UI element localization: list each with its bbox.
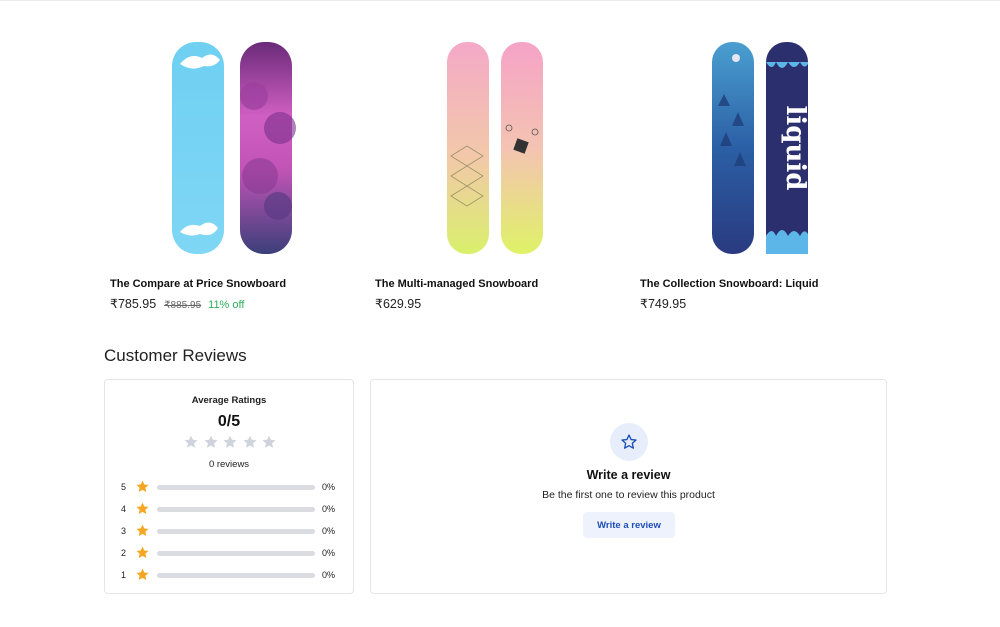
product-card[interactable]: liquid The Collection Snowboard: Liquid … xyxy=(640,36,880,316)
rating-percent: 0% xyxy=(322,504,336,514)
product-price: ₹749.95 xyxy=(640,297,687,311)
star-filled-icon xyxy=(136,568,149,580)
product-price-row: ₹629.95 xyxy=(375,296,421,311)
average-rating-stars xyxy=(183,434,277,450)
rating-bar-row: 1 0% xyxy=(121,564,346,586)
rating-percent: 0% xyxy=(322,570,336,580)
star-empty-icon xyxy=(243,435,256,448)
product-name[interactable]: The Compare at Price Snowboard xyxy=(110,278,286,290)
product-image[interactable] xyxy=(110,36,350,260)
rating-bar-row: 2 0% xyxy=(121,542,346,564)
rating-star-count: 2 xyxy=(121,548,127,558)
product-price-row: ₹749.95 xyxy=(640,296,686,311)
average-ratings-card: Average Ratings 0/5 0 reviews 5 0% 4 0% … xyxy=(104,379,354,594)
product-name[interactable]: The Collection Snowboard: Liquid xyxy=(640,278,818,290)
snowboard-pastel-icon xyxy=(447,42,543,254)
product-name[interactable]: The Multi-managed Snowboard xyxy=(375,278,538,290)
snowboard-liquid-icon: liquid xyxy=(712,42,810,254)
product-card[interactable]: The Compare at Price Snowboard ₹785.95 ₹… xyxy=(110,36,350,316)
rating-bar-track xyxy=(157,507,315,512)
rating-bar-track xyxy=(157,573,315,578)
write-review-button[interactable]: Write a review xyxy=(583,512,675,538)
star-filled-icon xyxy=(136,546,149,558)
snowboard-blue-purple-icon xyxy=(172,42,296,254)
product-card[interactable]: The Multi-managed Snowboard ₹629.95 xyxy=(375,36,615,316)
star-empty-icon xyxy=(184,435,198,448)
rating-star-count: 5 xyxy=(121,482,127,492)
svg-text:liquid: liquid xyxy=(780,106,810,191)
write-review-card: Write a review Be the first one to revie… xyxy=(370,379,887,594)
rating-bar-row: 5 0% xyxy=(121,476,346,498)
rating-star-count: 3 xyxy=(121,526,127,536)
product-price: ₹629.95 xyxy=(375,297,422,311)
product-compare-price: ₹885.95 xyxy=(164,300,202,311)
rating-star-count: 4 xyxy=(121,504,127,514)
product-image[interactable] xyxy=(375,36,615,260)
star-empty-icon xyxy=(204,435,217,448)
customer-reviews-title: Customer Reviews xyxy=(104,346,247,365)
rating-bar-track xyxy=(157,485,315,490)
rating-star-count: 1 xyxy=(121,570,127,580)
average-rating-value: 0/5 xyxy=(217,413,241,430)
top-divider xyxy=(0,0,1000,1)
rating-bar-row: 4 0% xyxy=(121,498,346,520)
rating-percent: 0% xyxy=(322,482,336,492)
product-price: ₹785.95 xyxy=(110,297,157,311)
review-count: 0 reviews xyxy=(208,459,250,470)
rating-bar-track xyxy=(157,551,315,556)
star-filled-icon xyxy=(136,480,149,492)
rating-bar-track xyxy=(157,529,315,534)
product-grid: The Compare at Price Snowboard ₹785.95 ₹… xyxy=(110,36,910,316)
star-outline-icon xyxy=(621,434,637,449)
write-review-subtitle: Be the first one to review this product xyxy=(542,489,715,501)
star-filled-icon xyxy=(136,502,149,514)
rating-bar-row: 3 0% xyxy=(121,520,346,542)
write-review-title: Write a review xyxy=(586,468,671,482)
average-ratings-label: Average Ratings xyxy=(191,395,267,406)
rating-percent: 0% xyxy=(322,526,336,536)
product-price-row: ₹785.95 ₹885.95 11% off xyxy=(110,296,244,311)
write-review-icon-wrap xyxy=(610,423,648,461)
star-empty-icon xyxy=(223,435,237,448)
product-image[interactable]: liquid xyxy=(640,36,880,260)
product-discount-badge: 11% off xyxy=(208,299,245,311)
star-empty-icon xyxy=(262,435,276,448)
star-filled-icon xyxy=(136,524,149,536)
rating-breakdown: 5 0% 4 0% 3 0% 2 0% 1 0% xyxy=(121,476,346,586)
rating-percent: 0% xyxy=(322,548,336,558)
